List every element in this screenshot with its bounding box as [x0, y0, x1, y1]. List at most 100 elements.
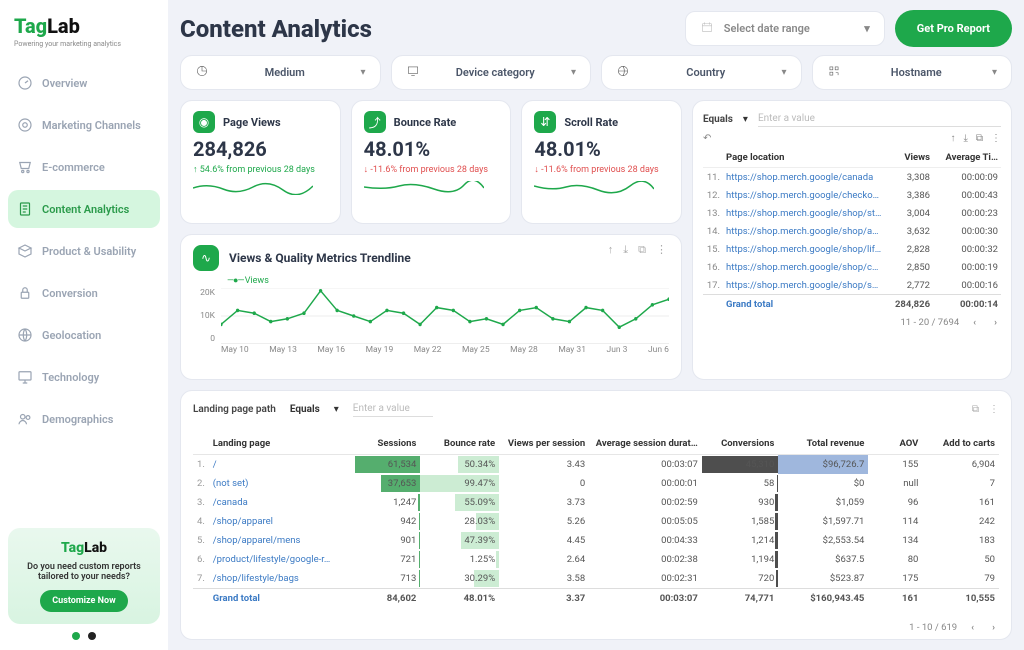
table-row[interactable]: 7./shop/lifestyle/bags 713 30.29% 3.5800…	[193, 569, 999, 589]
column-header[interactable]: Average Ti…	[933, 148, 1001, 168]
table-row[interactable]: 6./product/lifestyle/google-r… 721 1.25%…	[193, 550, 999, 569]
sparkline	[364, 181, 484, 195]
column-header[interactable]: AOV	[868, 433, 922, 455]
promo-logo-b: Lab	[84, 540, 107, 556]
table-row[interactable]: 3./canada 1,247 55.09% 3.7300:02:59 930 …	[193, 493, 999, 512]
more-icon[interactable]: ⋮	[656, 243, 667, 257]
download-icon[interactable]: ⤓	[623, 243, 628, 257]
globe-icon	[616, 64, 630, 81]
table-row[interactable]: 5./shop/apparel/mens 901 47.39% 4.4500:0…	[193, 531, 999, 550]
sidebar: TagLab Powering your marketing analytics…	[0, 0, 168, 650]
grand-total-time: 00:00:14	[933, 295, 1001, 314]
operator-select[interactable]: Equals	[703, 114, 733, 125]
filter-input[interactable]: Enter a value	[758, 111, 1001, 127]
column-header[interactable]: Page location	[723, 148, 885, 168]
chart-add-icon[interactable]: ⧉	[976, 133, 983, 144]
table-row[interactable]: 16.https://shop.merch.google/shop/collec…	[703, 258, 1001, 276]
filter-medium[interactable]: Medium▾	[180, 55, 381, 90]
sidebar-item-marketing[interactable]: Marketing Channels	[8, 106, 160, 144]
date-range-label: Select date range	[724, 22, 810, 35]
promo-dots[interactable]	[8, 632, 160, 640]
eye-icon: ◉	[193, 111, 215, 133]
more-icon[interactable]: ⋮	[991, 133, 1001, 144]
chart-add-icon[interactable]: ⧉	[972, 404, 979, 415]
operator-select[interactable]: Equals	[290, 404, 320, 415]
sidebar-item-conversion[interactable]: Conversion	[8, 274, 160, 312]
column-header[interactable]: Landing page	[209, 433, 344, 455]
sidebar-item-demographics[interactable]: Demographics	[8, 400, 160, 438]
table-row[interactable]: 17.https://shop.merch.google/shop/shop-……	[703, 276, 1001, 295]
filter-country[interactable]: Country▾	[601, 55, 802, 90]
sidebar-item-overview[interactable]: Overview	[8, 64, 160, 102]
document-icon	[16, 200, 34, 218]
table-row[interactable]: 13.https://shop.merch.google/shop/statio…	[703, 204, 1001, 222]
sidebar-item-label: Conversion	[42, 287, 98, 300]
table-row[interactable]: 4./shop/apparel 942 28.03% 5.2600:05:05 …	[193, 512, 999, 531]
filter-input[interactable]: Enter a value	[353, 401, 433, 417]
prev-page[interactable]: ‹	[967, 622, 978, 633]
prev-page[interactable]: ‹	[969, 317, 980, 328]
sparkline	[193, 181, 313, 195]
column-header[interactable]: Average session durat…	[589, 433, 702, 455]
sidebar-item-product[interactable]: Product & Usability	[8, 232, 160, 270]
filter-device[interactable]: Device category▾	[391, 55, 592, 90]
chevron-down-icon: ▾	[781, 67, 786, 78]
column-header[interactable]: Views per session	[499, 433, 589, 455]
column-header[interactable]: Views	[885, 148, 933, 168]
undo-icon[interactable]: ↶	[703, 133, 711, 144]
filter-hostname[interactable]: Hostname▾	[812, 55, 1013, 90]
date-range-picker[interactable]: Select date range ▾	[685, 11, 885, 46]
kpi-value: 284,826	[193, 137, 328, 161]
lp-filter-label: Landing page path	[193, 404, 276, 415]
kpi-title: Page Views	[223, 116, 281, 129]
column-header[interactable]: Total revenue	[778, 433, 868, 455]
globe-icon	[16, 326, 34, 344]
sidebar-item-ecommerce[interactable]: E-commerce	[8, 148, 160, 186]
pager-info: 1 - 10 / 619	[909, 622, 957, 633]
chart-add-icon[interactable]: ⧉	[638, 243, 646, 257]
next-page[interactable]: ›	[988, 622, 999, 633]
nav: Overview Marketing Channels E-commerce C…	[8, 64, 160, 438]
main: Content Analytics Select date range ▾ Ge…	[168, 0, 1024, 650]
column-header[interactable]: Bounce rate	[420, 433, 499, 455]
sidebar-item-geolocation[interactable]: Geolocation	[8, 316, 160, 354]
chart-icon: ∿	[193, 245, 219, 271]
download-icon[interactable]: ⤓	[963, 133, 967, 144]
kpi-scroll-rate: ⇵Scroll Rate 48.01% ↓ -11.6% from previo…	[521, 100, 682, 224]
kpi-delta: ↓ -11.6% from previous 28 days	[364, 164, 499, 175]
column-header[interactable]: Sessions	[344, 433, 421, 455]
table-row[interactable]: 1./ 61,534 50.34% 3.4300:03:07 45,310 $9…	[193, 455, 999, 475]
sidebar-item-content[interactable]: Content Analytics	[8, 190, 160, 228]
column-header[interactable]: Conversions	[702, 433, 779, 455]
trend-card: ∿ Views & Quality Metrics Trendline ↑ ⤓ ⧉…	[180, 234, 682, 380]
table-row[interactable]: 15.https://shop.merch.google/shop/lifest…	[703, 240, 1001, 258]
chevron-down-icon: ▾	[992, 67, 997, 78]
table-row[interactable]: 14.https://shop.merch.google/shop/appar……	[703, 222, 1001, 240]
table-row[interactable]: 12.https://shop.merch.google/checkout?s……	[703, 186, 1001, 204]
pager: 1 - 10 / 619 ‹ ›	[193, 622, 999, 633]
table-row[interactable]: 2.(not set) 37,653 99.47% 000:00:01 58 $…	[193, 474, 999, 493]
column-header[interactable]: Add to carts	[922, 433, 999, 455]
kpi-title: Bounce Rate	[394, 116, 457, 129]
sidebar-item-label: Marketing Channels	[42, 119, 141, 132]
promo-button[interactable]: Customize Now	[40, 590, 127, 612]
table-row[interactable]: 11.https://shop.merch.google/canada3,308…	[703, 168, 1001, 187]
chevron-down-icon: ▾	[571, 67, 576, 78]
column-header[interactable]	[193, 433, 209, 455]
logo-a: Tag	[14, 14, 47, 38]
kpi-delta: ↓ -11.6% from previous 28 days	[534, 164, 669, 175]
more-icon[interactable]: ⋮	[989, 404, 999, 415]
trend-title: Views & Quality Metrics Trendline	[229, 251, 411, 265]
sidebar-item-label: Technology	[42, 371, 99, 384]
next-page[interactable]: ›	[990, 317, 1001, 328]
y-axis: 20K10K0	[193, 288, 215, 344]
sidebar-item-technology[interactable]: Technology	[8, 358, 160, 396]
trend-chart	[221, 288, 669, 344]
sparkline	[534, 181, 654, 195]
arrow-up-icon[interactable]: ↑	[608, 243, 614, 257]
get-pro-button[interactable]: Get Pro Report	[895, 10, 1012, 47]
kpi-delta: ↑ 54.6% from previous 28 days	[193, 164, 328, 175]
qr-icon	[827, 64, 841, 81]
arrow-up-icon[interactable]: ↑	[950, 133, 955, 144]
chevron-down-icon: ▾	[743, 114, 748, 125]
